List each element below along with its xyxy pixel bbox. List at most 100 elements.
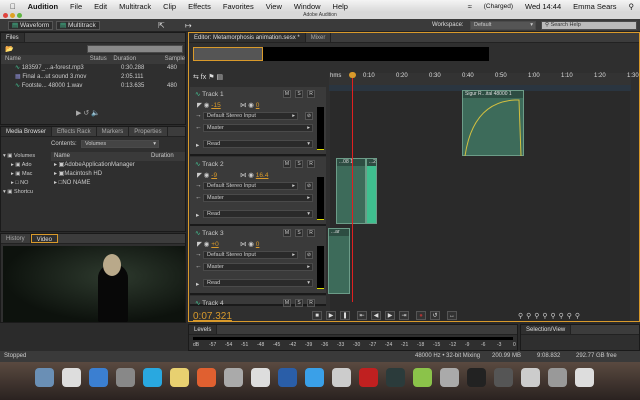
menu-edit[interactable]: Edit [94,2,107,11]
rewind-button[interactable]: ◀ [371,311,381,320]
open-file-icon[interactable]: 📂 [5,45,14,53]
tree-shortcuts[interactable]: ▾ ▣ Shortcu [3,188,49,197]
track-control-icons[interactable]: ⇆ fx ⚑ ▤ [193,73,233,81]
dock-app-icon[interactable] [305,368,324,387]
automation-mode-select[interactable]: Read▾ [203,140,313,148]
dock-app-icon[interactable] [386,368,405,387]
pan-knob[interactable]: ⋈ ◉ 0 [240,101,259,109]
tab-files[interactable]: Files [1,33,25,42]
col-name[interactable]: Name [51,152,151,161]
menu-file[interactable]: File [70,2,82,11]
dock-app-icon[interactable] [494,368,513,387]
tab-video[interactable]: Video [31,234,58,243]
volume-knob[interactable]: ◤ ◉ -9 [197,171,217,179]
overview-bar[interactable] [193,47,489,61]
dock-app-icon[interactable] [278,368,297,387]
track-name[interactable]: ∿ Track 1 [195,90,224,98]
col-sample[interactable]: Sample [165,55,185,64]
time-ruler[interactable]: hms0:100:200:300:400:501:001:101:201:30 [329,73,631,85]
file-playback-controls[interactable]: ▶ ↺ 🔈 [76,109,116,119]
time-selection-tool-icon[interactable]: ↦ [185,21,192,30]
col-status[interactable]: Status [90,55,114,64]
solo-button[interactable]: S [295,299,303,307]
menu-window[interactable]: Window [294,2,321,11]
tab-markers[interactable]: Markers [97,127,130,136]
go-to-end-button[interactable]: ⇥ [399,311,409,320]
mute-button[interactable]: M [283,229,291,237]
pan-knob[interactable]: ⋈ ◉ 16.4 [240,171,268,179]
monitor-input-button[interactable]: ⊘ [305,182,313,190]
mute-button[interactable]: M [283,160,291,168]
menu-multitrack[interactable]: Multitrack [119,2,151,11]
solo-button[interactable]: S [295,90,303,98]
dock-app-icon[interactable] [35,368,54,387]
menu-favorites[interactable]: Favorites [223,2,254,11]
arm-record-button[interactable]: R [307,90,315,98]
track-input-select[interactable]: Default Stereo Input▸ [203,251,298,259]
menu-effects[interactable]: Effects [188,2,211,11]
dock-app-icon[interactable] [440,368,459,387]
tab-media-browser[interactable]: Media Browser [1,127,52,136]
move-tool-icon[interactable]: ⇱ [158,21,165,30]
arm-record-button[interactable]: R [307,229,315,237]
file-row[interactable]: ∿ 183597_...a-forest.mp30:30.288480 [1,64,185,73]
fast-forward-button[interactable]: ▶ [385,311,395,320]
dock-app-icon[interactable] [116,368,135,387]
dock-app-icon[interactable] [359,368,378,387]
col-duration[interactable]: Duration [151,152,174,161]
battery-status[interactable]: (Charged) [484,3,513,10]
media-row[interactable]: ▸ □ NO NAME [51,179,185,188]
apple-icon[interactable]:  [10,2,16,11]
playhead-handle[interactable] [349,72,356,78]
overview-viewport[interactable] [193,47,263,61]
stop-button[interactable]: ■ [312,311,322,320]
zoom-controls[interactable]: ⚲⚲⚲⚲⚲⚲⚲⚲ [518,312,583,320]
dock-app-icon[interactable] [548,368,567,387]
minimize-window-button[interactable] [10,13,15,18]
waveform-button[interactable]: ▤ Waveform [8,21,53,30]
play-button[interactable]: ▶ [326,311,336,320]
tree-mac[interactable]: ▸ ▣ Mac [3,170,49,179]
solo-button[interactable]: S [295,229,303,237]
track-name[interactable]: ∿ Track 2 [195,160,224,168]
monitor-input-button[interactable]: ⊘ [305,112,313,120]
menu-clip[interactable]: Clip [163,2,176,11]
col-duration[interactable]: Duration [113,55,164,64]
playhead[interactable] [352,74,353,302]
files-search-input[interactable] [87,45,183,53]
mute-button[interactable]: M [283,299,291,307]
tab-properties[interactable]: Properties [129,127,167,136]
tab-history[interactable]: History [1,234,31,243]
track-output-select[interactable]: Master▸ [203,124,313,132]
menu-app[interactable]: Audition [28,2,58,11]
tree-volumes[interactable]: ▾ ▣ Volumes [3,152,49,161]
contents-select[interactable]: Volumes▾ [81,140,159,148]
multitrack-button[interactable]: ▤ Multitrack [56,21,100,30]
go-to-start-button[interactable]: ⇤ [357,311,367,320]
dock-app-icon[interactable] [170,368,189,387]
user-name[interactable]: Emma Sears [573,2,616,11]
track-name[interactable]: ∿ Track 3 [195,229,224,237]
dock-app-icon[interactable] [575,368,594,387]
clip-sigur[interactable]: Sigur R...ital 48000 1 [462,90,524,156]
dock-app-icon[interactable] [197,368,216,387]
pause-button[interactable]: ❚ [340,311,350,320]
dock-app-icon[interactable] [89,368,108,387]
skip-button[interactable]: ↔ [447,311,457,320]
file-row[interactable]: ∿ Footste... 48000 1.wav0:13.635480 [1,82,185,91]
expand-icon[interactable]: ▸ [196,280,199,288]
clock[interactable]: Wed 14:44 [525,2,561,11]
clip-track3[interactable]: ...ar [328,228,350,294]
tree-no[interactable]: ▸ □ NO [3,179,49,188]
volume-knob[interactable]: ◤ ◉ -15 [197,101,221,109]
track-output-select[interactable]: Master▸ [203,194,313,202]
volume-knob[interactable]: ◤ ◉ +0 [197,240,219,248]
dock-app-icon[interactable] [143,368,162,387]
monitor-input-button[interactable]: ⊘ [305,251,313,259]
dock-app-icon[interactable] [521,368,540,387]
automation-mode-select[interactable]: Read▾ [203,279,313,287]
workspace-select[interactable]: Default▾ [470,21,536,30]
solo-button[interactable]: S [295,160,303,168]
tab-effects-rack[interactable]: Effects Rack [52,127,97,136]
tab-mixer[interactable]: Mixer [306,33,332,42]
